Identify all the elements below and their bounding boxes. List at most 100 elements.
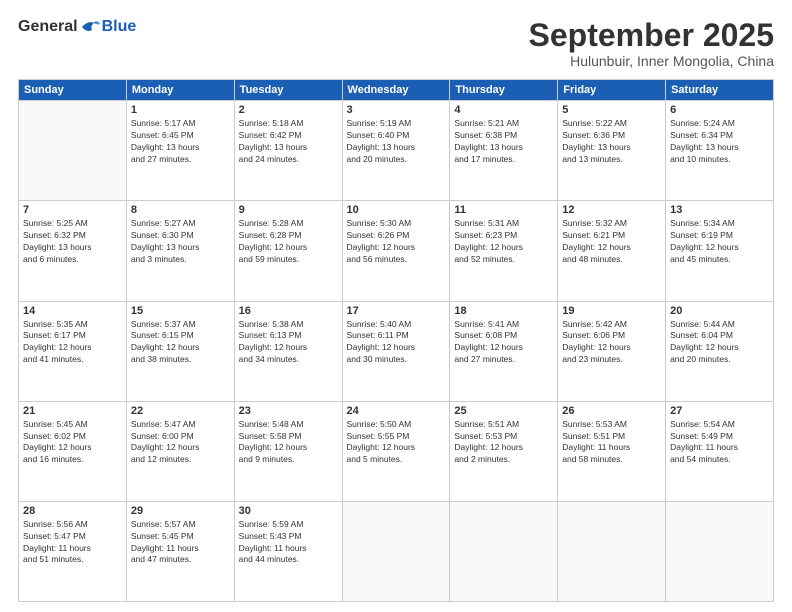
day-number: 13 (670, 204, 769, 216)
day-info: Sunrise: 5:21 AM Sunset: 6:38 PM Dayligh… (454, 118, 553, 166)
calendar-cell: 21 Sunrise: 5:45 AM Sunset: 6:02 PM Dayli… (19, 401, 127, 501)
day-number: 4 (454, 104, 553, 116)
day-number: 12 (562, 204, 661, 216)
calendar-week-1: 1 Sunrise: 5:17 AM Sunset: 6:45 PM Daylig… (19, 101, 774, 201)
weekday-header-friday: Friday (558, 80, 666, 101)
day-number: 10 (347, 204, 446, 216)
day-info: Sunrise: 5:42 AM Sunset: 6:06 PM Dayligh… (562, 319, 661, 367)
weekday-header-saturday: Saturday (666, 80, 774, 101)
day-info: Sunrise: 5:35 AM Sunset: 6:17 PM Dayligh… (23, 319, 122, 367)
calendar-cell: 6 Sunrise: 5:24 AM Sunset: 6:34 PM Daylig… (666, 101, 774, 201)
day-number: 7 (23, 204, 122, 216)
day-info: Sunrise: 5:59 AM Sunset: 5:43 PM Dayligh… (239, 519, 338, 567)
day-number: 24 (347, 405, 446, 417)
calendar-week-2: 7 Sunrise: 5:25 AM Sunset: 6:32 PM Daylig… (19, 201, 774, 301)
day-info: Sunrise: 5:41 AM Sunset: 6:08 PM Dayligh… (454, 319, 553, 367)
day-info: Sunrise: 5:50 AM Sunset: 5:55 PM Dayligh… (347, 419, 446, 467)
calendar-cell: 15Sunrise: 5:37 AM Sunset: 6:15 PM Dayli… (126, 301, 234, 401)
calendar-cell (558, 501, 666, 601)
day-info: Sunrise: 5:27 AM Sunset: 6:30 PM Dayligh… (131, 218, 230, 266)
title-block: September 2025 Hulunbuir, Inner Mongolia… (529, 18, 774, 69)
day-number: 6 (670, 104, 769, 116)
day-info: Sunrise: 5:57 AM Sunset: 5:45 PM Dayligh… (131, 519, 230, 567)
day-info: Sunrise: 5:44 AM Sunset: 6:04 PM Dayligh… (670, 319, 769, 367)
calendar-cell: 25 Sunrise: 5:51 AM Sunset: 5:53 PM Dayli… (450, 401, 558, 501)
day-number: 19 (562, 305, 661, 317)
calendar-cell: 1 Sunrise: 5:17 AM Sunset: 6:45 PM Daylig… (126, 101, 234, 201)
day-info: Sunrise: 5:24 AM Sunset: 6:34 PM Dayligh… (670, 118, 769, 166)
day-number: 11 (454, 204, 553, 216)
calendar-cell: 16Sunrise: 5:38 AM Sunset: 6:13 PM Dayli… (234, 301, 342, 401)
calendar-cell: 20 Sunrise: 5:44 AM Sunset: 6:04 PM Dayli… (666, 301, 774, 401)
day-info: Sunrise: 5:53 AM Sunset: 5:51 PM Dayligh… (562, 419, 661, 467)
day-number: 22 (131, 405, 230, 417)
calendar-cell: 26 Sunrise: 5:53 AM Sunset: 5:51 PM Dayli… (558, 401, 666, 501)
day-info: Sunrise: 5:51 AM Sunset: 5:53 PM Dayligh… (454, 419, 553, 467)
calendar-cell: 19 Sunrise: 5:42 AM Sunset: 6:06 PM Dayli… (558, 301, 666, 401)
calendar-cell: 11 Sunrise: 5:31 AM Sunset: 6:23 PM Dayli… (450, 201, 558, 301)
day-info: Sunrise: 5:19 AM Sunset: 6:40 PM Dayligh… (347, 118, 446, 166)
calendar-cell: 29 Sunrise: 5:57 AM Sunset: 5:45 PM Dayli… (126, 501, 234, 601)
day-number: 25 (454, 405, 553, 417)
calendar-week-5: 28 Sunrise: 5:56 AM Sunset: 5:47 PM Dayli… (19, 501, 774, 601)
day-info: Sunrise: 5:28 AM Sunset: 6:28 PM Dayligh… (239, 218, 338, 266)
day-info: Sunrise: 5:56 AM Sunset: 5:47 PM Dayligh… (23, 519, 122, 567)
day-info: Sunrise: 5:22 AM Sunset: 6:36 PM Dayligh… (562, 118, 661, 166)
day-info: Sunrise: 5:32 AM Sunset: 6:21 PM Dayligh… (562, 218, 661, 266)
calendar-cell: 12 Sunrise: 5:32 AM Sunset: 6:21 PM Dayli… (558, 201, 666, 301)
calendar-cell: 30 Sunrise: 5:59 AM Sunset: 5:43 PM Dayli… (234, 501, 342, 601)
day-number: 9 (239, 204, 338, 216)
calendar-title: September 2025 (529, 18, 774, 53)
day-number: 21 (23, 405, 122, 417)
calendar-cell: 8 Sunrise: 5:27 AM Sunset: 6:30 PM Daylig… (126, 201, 234, 301)
calendar-cell: 13Sunrise: 5:34 AM Sunset: 6:19 PM Dayli… (666, 201, 774, 301)
calendar-cell: 14 Sunrise: 5:35 AM Sunset: 6:17 PM Dayli… (19, 301, 127, 401)
day-number: 23 (239, 405, 338, 417)
day-number: 14 (23, 305, 122, 317)
day-info: Sunrise: 5:45 AM Sunset: 6:02 PM Dayligh… (23, 419, 122, 467)
header: General Blue September 2025 Hulunbuir, I… (18, 18, 774, 69)
calendar-cell: 7 Sunrise: 5:25 AM Sunset: 6:32 PM Daylig… (19, 201, 127, 301)
day-number: 3 (347, 104, 446, 116)
day-number: 20 (670, 305, 769, 317)
calendar-page: General Blue September 2025 Hulunbuir, I… (0, 0, 792, 612)
calendar-cell: 24 Sunrise: 5:50 AM Sunset: 5:55 PM Dayli… (342, 401, 450, 501)
calendar-cell (342, 501, 450, 601)
day-number: 29 (131, 505, 230, 517)
weekday-header-thursday: Thursday (450, 80, 558, 101)
day-number: 26 (562, 405, 661, 417)
calendar-table: SundayMondayTuesdayWednesdayThursdayFrid… (18, 79, 774, 602)
calendar-cell: 2 Sunrise: 5:18 AM Sunset: 6:42 PM Daylig… (234, 101, 342, 201)
logo-bird-icon (80, 18, 102, 36)
calendar-cell: 27Sunrise: 5:54 AM Sunset: 5:49 PM Dayli… (666, 401, 774, 501)
calendar-cell: 5 Sunrise: 5:22 AM Sunset: 6:36 PM Daylig… (558, 101, 666, 201)
logo-general-text: General (18, 18, 78, 36)
calendar-cell: 9 Sunrise: 5:28 AM Sunset: 6:28 PM Daylig… (234, 201, 342, 301)
day-number: 5 (562, 104, 661, 116)
calendar-cell: 10Sunrise: 5:30 AM Sunset: 6:26 PM Dayli… (342, 201, 450, 301)
day-info: Sunrise: 5:48 AM Sunset: 5:58 PM Dayligh… (239, 419, 338, 467)
weekday-header-wednesday: Wednesday (342, 80, 450, 101)
day-info: Sunrise: 5:31 AM Sunset: 6:23 PM Dayligh… (454, 218, 553, 266)
calendar-week-4: 21 Sunrise: 5:45 AM Sunset: 6:02 PM Dayli… (19, 401, 774, 501)
day-info: Sunrise: 5:54 AM Sunset: 5:49 PM Dayligh… (670, 419, 769, 467)
day-info: Sunrise: 5:18 AM Sunset: 6:42 PM Dayligh… (239, 118, 338, 166)
day-info: Sunrise: 5:37 AM Sunset: 6:15 PM Dayligh… (131, 319, 230, 367)
calendar-cell (666, 501, 774, 601)
day-number: 18 (454, 305, 553, 317)
calendar-cell: 17Sunrise: 5:40 AM Sunset: 6:11 PM Dayli… (342, 301, 450, 401)
calendar-cell: 22Sunrise: 5:47 AM Sunset: 6:00 PM Dayli… (126, 401, 234, 501)
calendar-cell: 23 Sunrise: 5:48 AM Sunset: 5:58 PM Dayli… (234, 401, 342, 501)
day-number: 8 (131, 204, 230, 216)
day-number: 1 (131, 104, 230, 116)
day-number: 2 (239, 104, 338, 116)
weekday-header-sunday: Sunday (19, 80, 127, 101)
calendar-cell: 4 Sunrise: 5:21 AM Sunset: 6:38 PM Daylig… (450, 101, 558, 201)
day-number: 28 (23, 505, 122, 517)
calendar-body: 1 Sunrise: 5:17 AM Sunset: 6:45 PM Daylig… (19, 101, 774, 602)
logo-blue-text: Blue (102, 18, 137, 36)
day-number: 30 (239, 505, 338, 517)
calendar-cell (19, 101, 127, 201)
day-info: Sunrise: 5:17 AM Sunset: 6:45 PM Dayligh… (131, 118, 230, 166)
day-info: Sunrise: 5:25 AM Sunset: 6:32 PM Dayligh… (23, 218, 122, 266)
